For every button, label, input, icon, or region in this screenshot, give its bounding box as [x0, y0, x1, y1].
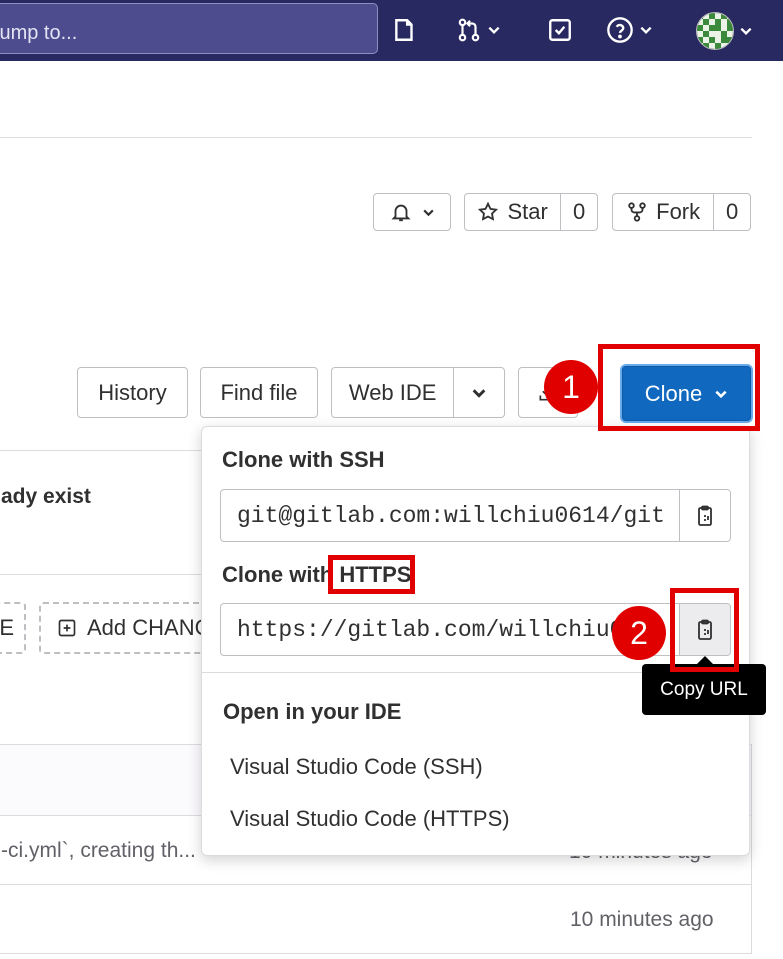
annotation-box-clone [598, 344, 760, 431]
search-input[interactable]: jump to... [0, 3, 378, 54]
top-nav-bar: jump to... [0, 0, 783, 61]
issue-icon[interactable] [392, 16, 418, 44]
web-ide-dropdown[interactable] [453, 368, 504, 417]
star-icon [478, 201, 499, 221]
web-ide-button[interactable]: Web IDE [332, 368, 453, 417]
commit-message[interactable]: -ci.yml`, creating th... [1, 839, 196, 863]
find-file-button[interactable]: Find file [200, 367, 318, 418]
search-placeholder: jump to... [0, 22, 78, 44]
chevron-down-icon [422, 209, 434, 216]
notice-panel: ady exist [0, 450, 205, 575]
merge-request-icon[interactable] [456, 16, 501, 44]
avatar [696, 12, 734, 50]
step-badge-2: 2 [612, 606, 666, 660]
copy-ssh-button[interactable] [679, 490, 730, 541]
todo-icon[interactable] [547, 16, 573, 44]
https-url-text[interactable]: https://gitlab.com/willchiu0 [221, 604, 679, 655]
add-changelog-label: Add CHANG [87, 615, 212, 640]
commit-time: 10 minutes ago [570, 908, 714, 931]
ide-heading: Open in your IDE [223, 699, 402, 724]
web-ide-button-group[interactable]: Web IDE [331, 367, 505, 418]
https-heading-prefix: Clone with [222, 562, 340, 587]
fork-icon [628, 202, 646, 222]
section-divider [0, 137, 752, 138]
partial-button-label: E [0, 615, 14, 640]
ide-option-vscode-https[interactable]: Visual Studio Code (HTTPS) [230, 806, 510, 832]
help-icon[interactable] [606, 16, 653, 44]
clipboard-icon [698, 505, 712, 526]
table-row: 10 minutes ago [0, 884, 752, 954]
history-label: History [98, 379, 167, 405]
annotation-box-copy [670, 588, 739, 672]
star-label: Star [507, 199, 548, 224]
fork-count: 0 [726, 199, 739, 224]
chevron-down-icon [740, 27, 752, 35]
partial-button[interactable]: E [0, 602, 26, 654]
clone-dropdown: Clone with SSH git@gitlab.com:willchiu06… [201, 426, 750, 856]
chevron-down-icon [640, 26, 652, 34]
ssh-heading: Clone with SSH [222, 447, 385, 472]
find-file-label: Find file [220, 379, 298, 405]
fork-label: Fork [656, 199, 701, 224]
chevron-down-icon [472, 388, 486, 398]
notification-button[interactable] [373, 193, 451, 231]
user-menu[interactable] [696, 12, 753, 50]
plus-square-icon [58, 619, 76, 637]
web-ide-label: Web IDE [348, 379, 437, 405]
annotation-box-https [328, 555, 415, 594]
step-badge-1: 1 [544, 360, 598, 414]
chevron-down-icon [488, 26, 500, 34]
star-button[interactable]: Star 0 [464, 193, 598, 231]
bell-icon [390, 204, 411, 222]
notice-text: ady exist [1, 485, 91, 508]
ssh-url-text[interactable]: git@gitlab.com:willchiu0614/git [221, 490, 679, 541]
fork-button[interactable]: Fork 0 [612, 193, 751, 231]
ssh-url-field[interactable]: git@gitlab.com:willchiu0614/git [220, 489, 731, 542]
star-count: 0 [573, 199, 586, 224]
history-button[interactable]: History [77, 367, 188, 418]
ide-option-vscode-ssh[interactable]: Visual Studio Code (SSH) [230, 754, 483, 780]
